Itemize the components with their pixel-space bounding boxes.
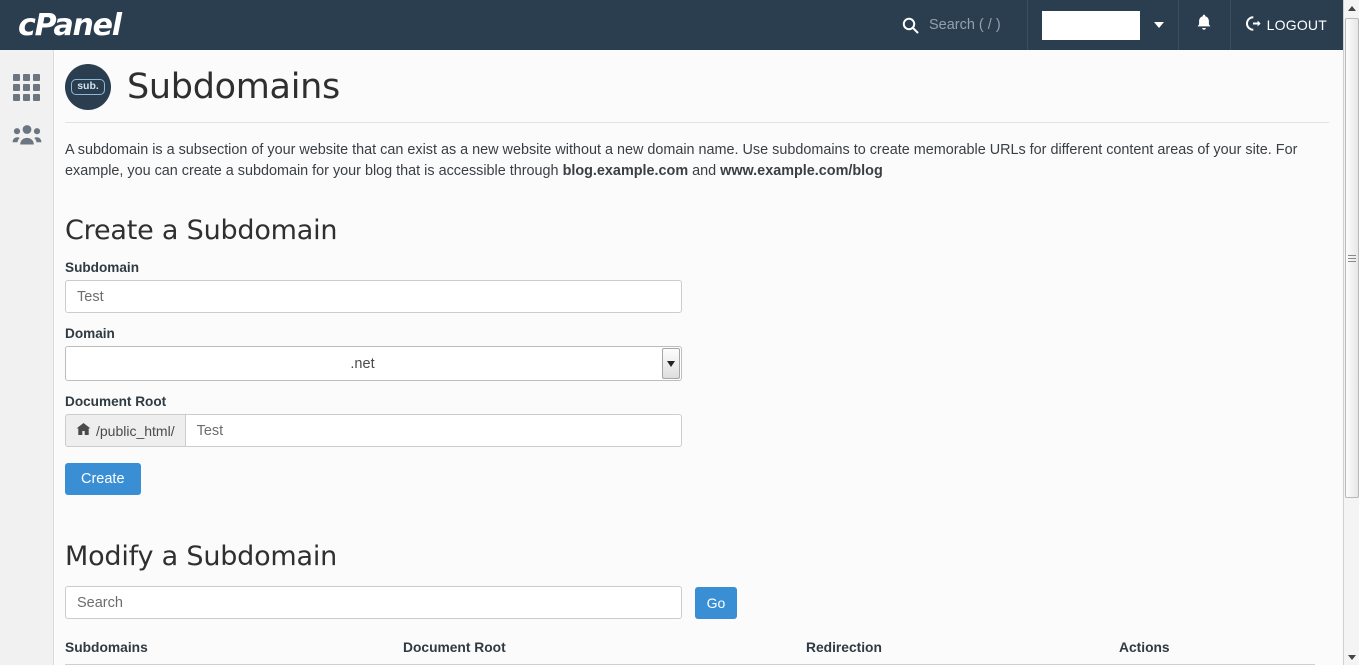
sidebar-item-apps[interactable] (0, 62, 53, 112)
subdomain-field-label: Subdomain (65, 260, 140, 275)
top-navigation-bar: cPanel Search ( / ) LOGOUT (0, 0, 1343, 50)
notifications-button[interactable] (1179, 0, 1231, 50)
sign-out-icon (1245, 15, 1262, 35)
modify-subdomain-heading: Modify a Subdomain (65, 541, 338, 572)
page-title: Subdomains (127, 67, 340, 107)
scrollbar-thumb[interactable] (1345, 18, 1359, 498)
column-header-document-root[interactable]: Document Root (403, 640, 806, 655)
go-button[interactable]: Go (695, 586, 737, 619)
logout-label: LOGOUT (1266, 17, 1327, 33)
column-header-redirection[interactable]: Redirection (806, 640, 1119, 655)
document-root-group: /public_html/ Test (65, 414, 682, 447)
domain-select[interactable]: .net (65, 346, 682, 381)
left-sidebar (0, 50, 54, 665)
modify-search-row: Search Go (65, 586, 1343, 619)
users-group-icon (12, 123, 42, 152)
subdomain-input[interactable]: Test (65, 280, 682, 313)
scrollbar-grip-icon (1348, 253, 1356, 264)
document-root-prefix: /public_html/ (65, 414, 185, 447)
subdomains-table-header: Subdomains Document Root Redirection Act… (65, 640, 1315, 665)
modify-search-input[interactable]: Search (65, 586, 682, 619)
bell-icon (1195, 13, 1213, 37)
document-root-input[interactable]: Test (184, 414, 682, 447)
cpanel-logo[interactable]: cPanel (18, 8, 122, 43)
subdomains-icon-label: sub. (71, 79, 105, 95)
create-subdomain-heading: Create a Subdomain (65, 215, 338, 246)
domain-select-value[interactable]: .net (65, 346, 682, 381)
scroll-up-arrow-icon[interactable] (1344, 0, 1359, 16)
subdomains-icon: sub. (65, 64, 111, 110)
create-button[interactable]: Create (65, 463, 141, 495)
column-header-actions: Actions (1119, 640, 1170, 655)
main-content: sub. Subdomains A subdomain is a subsect… (55, 50, 1343, 665)
home-icon (76, 422, 91, 439)
column-header-subdomains[interactable]: Subdomains (65, 640, 403, 655)
document-root-prefix-label: /public_html/ (96, 422, 175, 439)
username-redacted (1041, 10, 1140, 40)
search-icon (902, 17, 919, 34)
cpanel-subdomains-page: cPanel Search ( / ) LOGOUT sub. Subdomai… (0, 0, 1359, 665)
page-header: sub. Subdomains (55, 50, 1343, 122)
domain-field-label: Domain (65, 326, 115, 341)
chevron-down-icon[interactable] (662, 348, 680, 379)
page-scrollbar[interactable] (1343, 0, 1359, 665)
logout-button[interactable]: LOGOUT (1231, 0, 1343, 50)
example-subdomain-bold: blog.example.com (562, 163, 689, 179)
document-root-field-label: Document Root (65, 394, 167, 409)
example-path-bold: www.example.com/blog (720, 163, 883, 179)
grid-apps-icon (13, 73, 40, 101)
user-account-menu[interactable] (1028, 0, 1179, 50)
chevron-down-icon[interactable] (1153, 22, 1164, 28)
description-part-2: and (688, 163, 721, 179)
global-search[interactable]: Search ( / ) (892, 0, 1028, 50)
scroll-down-arrow-icon[interactable] (1344, 649, 1359, 665)
sidebar-item-user-manager[interactable] (0, 112, 53, 162)
page-description: A subdomain is a subsection of your webs… (55, 123, 1333, 182)
search-input-placeholder[interactable]: Search ( / ) (929, 17, 1001, 33)
topbar-right-controls: Search ( / ) LOGOUT (892, 0, 1343, 50)
